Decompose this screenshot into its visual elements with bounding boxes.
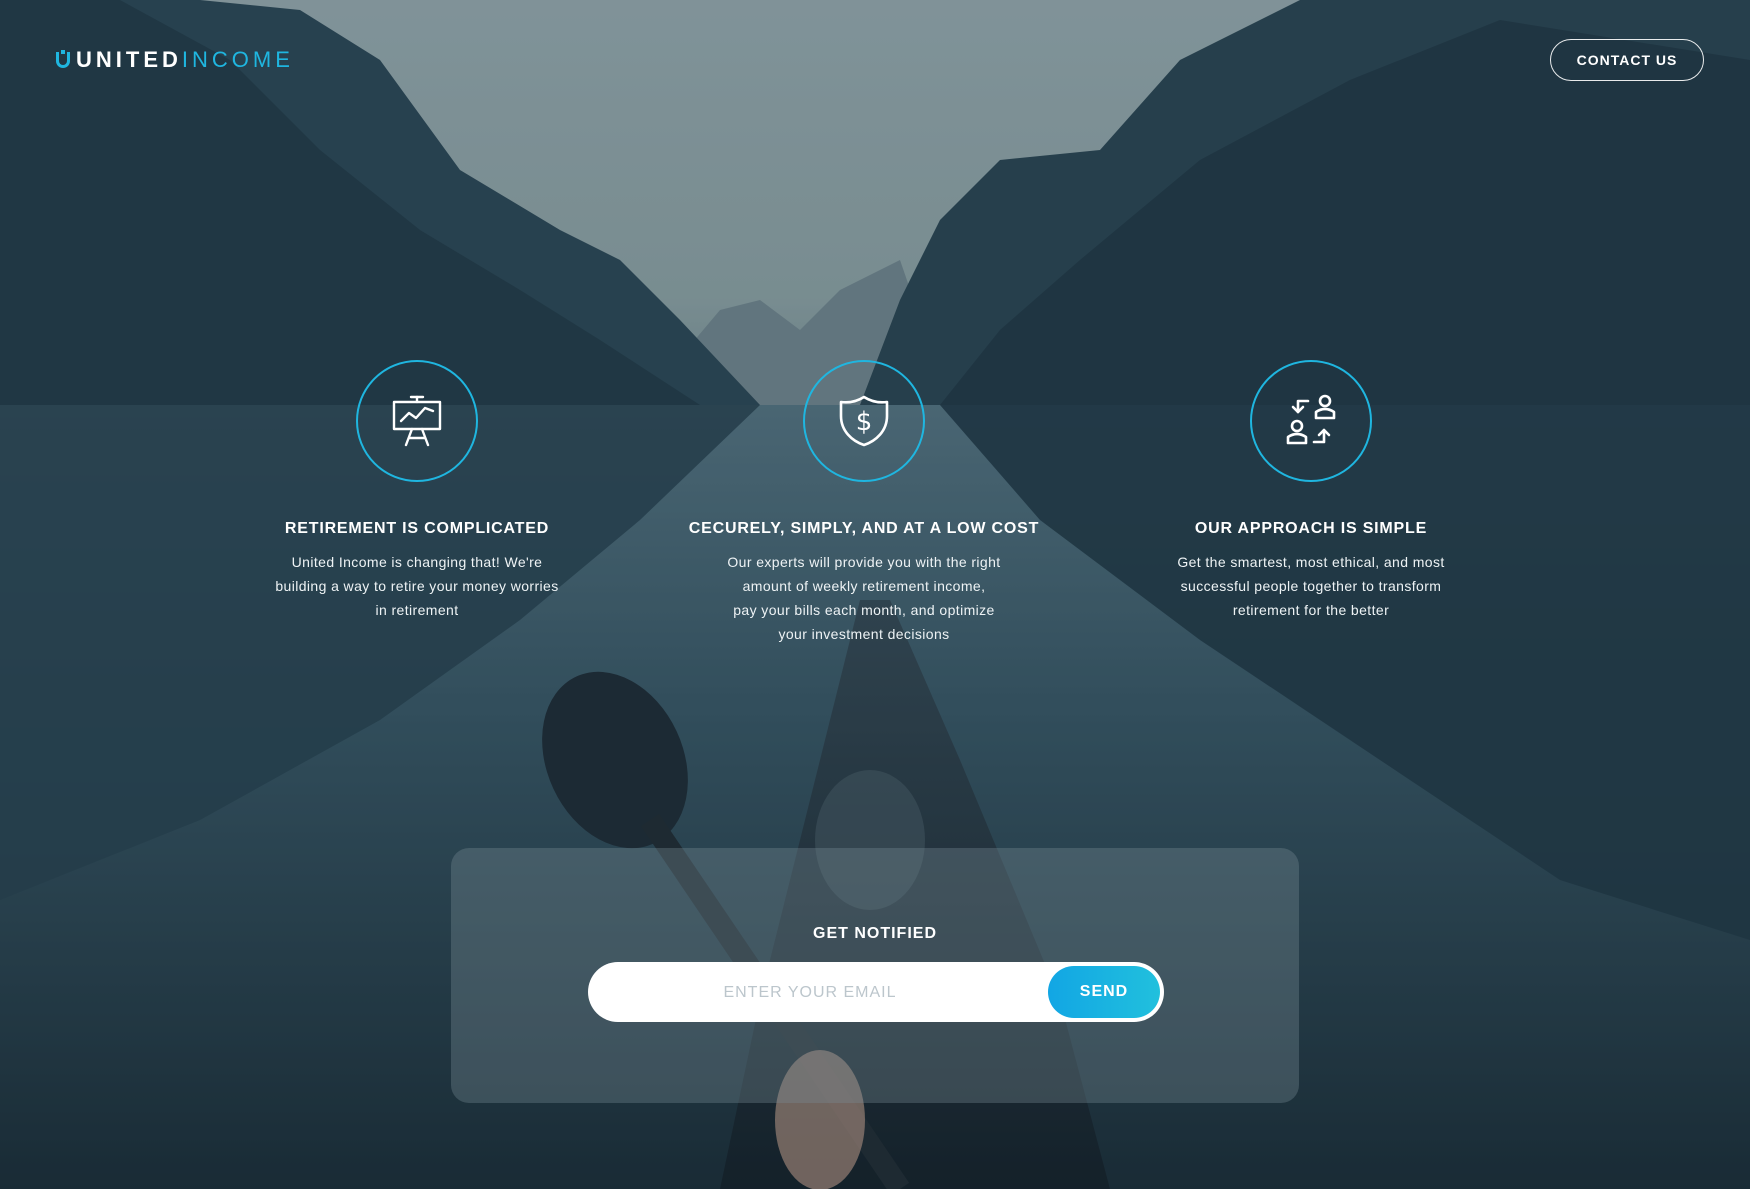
feature-text-line: Our experts will provide you with the ri… bbox=[727, 554, 1001, 594]
email-form: SEND bbox=[588, 962, 1164, 1024]
notify-title: GET NOTIFIED bbox=[813, 925, 937, 942]
features-section: RETIREMENT IS COMPLICATED United Income … bbox=[0, 360, 1750, 660]
feature-text-line: pay your bills each month, and optimize … bbox=[733, 602, 995, 642]
notify-panel: GET NOTIFIED SEND bbox=[451, 848, 1299, 1103]
feature-cost: $ CECURELY, SIMPLY, AND AT A LOW COST Ou… bbox=[684, 360, 1044, 646]
contact-us-button[interactable]: CONTACT US bbox=[1550, 39, 1704, 81]
feature-icon-circle: $ bbox=[803, 360, 925, 482]
presentation-chart-icon bbox=[392, 395, 442, 447]
feature-title: RETIREMENT IS COMPLICATED bbox=[284, 520, 550, 537]
feature-text: Our experts will provide you with the ri… bbox=[719, 550, 1009, 646]
svg-text:$: $ bbox=[856, 407, 873, 437]
feature-title: CECURELY, SIMPLY, AND AT A LOW COST bbox=[688, 520, 1040, 537]
people-exchange-icon bbox=[1286, 394, 1336, 445]
shield-dollar-icon: $ bbox=[839, 395, 889, 447]
feature-text: United Income is changing that! We're bu… bbox=[275, 554, 559, 618]
logo-word-united: UNITED bbox=[76, 47, 182, 72]
email-input[interactable] bbox=[618, 962, 1002, 1024]
feature-title: OUR APPROACH IS SIMPLE bbox=[1194, 520, 1428, 537]
brand-logo[interactable]: UNITEDINCOME bbox=[56, 48, 294, 72]
logo-word-income: INCOME bbox=[181, 47, 294, 72]
feature-icon-circle bbox=[356, 360, 478, 482]
send-button[interactable]: SEND bbox=[1048, 966, 1160, 1018]
logo-wordmark: UNITEDINCOME bbox=[76, 48, 294, 72]
feature-retirement: RETIREMENT IS COMPLICATED United Income … bbox=[237, 360, 597, 622]
feature-icon-circle bbox=[1250, 360, 1372, 482]
feature-approach: OUR APPROACH IS SIMPLE Get the smartest,… bbox=[1131, 360, 1491, 622]
feature-text: Get the smartest, most ethical, and most… bbox=[1177, 554, 1445, 618]
logo-mark-icon bbox=[56, 50, 70, 68]
landing-page: UNITEDINCOME CONTACT US RETIREMENT IS CO… bbox=[0, 0, 1750, 1189]
